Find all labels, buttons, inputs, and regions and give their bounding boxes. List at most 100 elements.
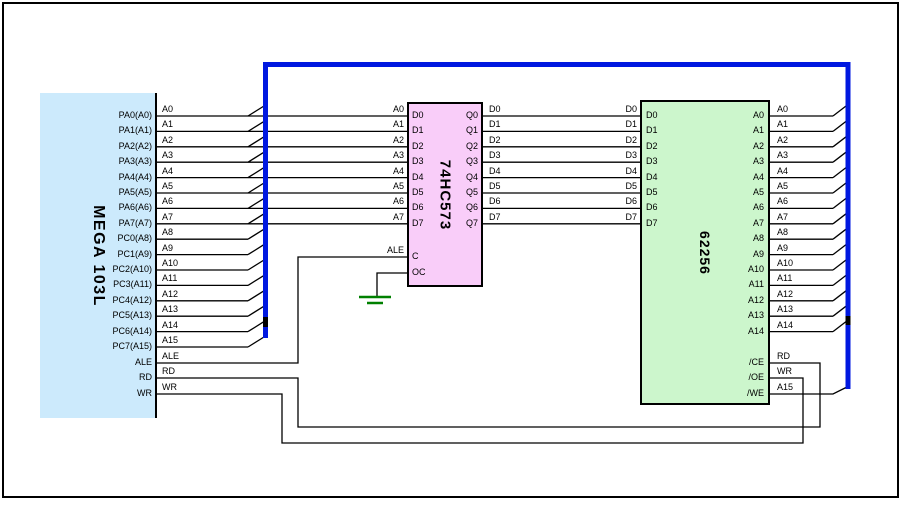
net-label-sram-a13: A13 bbox=[777, 304, 793, 314]
bus-entry-right-a8 bbox=[833, 229, 846, 239]
pin-label-mcu: PA5(A5) bbox=[42, 187, 152, 198]
net-label-sram-a0: A0 bbox=[777, 104, 788, 114]
net-label-latch-in-a1: A1 bbox=[344, 119, 404, 129]
net-label-a1: A1 bbox=[162, 119, 173, 129]
pin-label-mcu: PA2(A2) bbox=[42, 141, 152, 152]
pin-label-sram-d4: D4 bbox=[646, 172, 658, 183]
net-label-latch-in-a0: A0 bbox=[344, 104, 404, 114]
pin-label-sram-a1: A1 bbox=[704, 125, 764, 136]
net-label-d4-left: D4 bbox=[489, 166, 501, 176]
pin-label-sram-d3: D3 bbox=[646, 156, 658, 167]
pin-label-sram-ctl: /CE bbox=[704, 357, 764, 368]
pin-label-sram-d1: D1 bbox=[646, 125, 658, 136]
net-label-a2: A2 bbox=[162, 135, 173, 145]
net-label-d6-right: D6 bbox=[577, 196, 637, 206]
pin-label-mcu: PC3(A11) bbox=[42, 279, 152, 290]
bus-entry-right-a10 bbox=[833, 260, 846, 270]
pin-label-latch-q5: Q5 bbox=[418, 187, 478, 198]
net-label-a8: A8 bbox=[162, 227, 173, 237]
pin-label-sram-a9: A9 bbox=[704, 249, 764, 260]
pin-label-latch-q7: Q7 bbox=[418, 218, 478, 229]
net-label-d3-right: D3 bbox=[577, 150, 637, 160]
net-label-d0-right: D0 bbox=[577, 104, 637, 114]
net-label-ctl-left: ALE bbox=[162, 351, 179, 361]
net-label-a7: A7 bbox=[162, 212, 173, 222]
pin-label-mcu: PA0(A0) bbox=[42, 110, 152, 121]
pin-label-mcu: PC7(A15) bbox=[42, 341, 152, 352]
bus-entry-left-a5 bbox=[248, 183, 264, 193]
net-label-a15: A15 bbox=[162, 335, 178, 345]
net-label-d5-right: D5 bbox=[577, 181, 637, 191]
bus-entry-right-a2 bbox=[833, 137, 846, 147]
net-label-ctl-right: RD bbox=[777, 351, 790, 361]
net-label-d1-right: D1 bbox=[577, 119, 637, 129]
net-label-d6-left: D6 bbox=[489, 196, 501, 206]
net-label-sram-a6: A6 bbox=[777, 196, 788, 206]
bus-junction-tick-left bbox=[263, 317, 268, 327]
net-label-sram-a9: A9 bbox=[777, 243, 788, 253]
net-label-sram-a12: A12 bbox=[777, 289, 793, 299]
pin-label-mcu: PA7(A7) bbox=[42, 218, 152, 229]
bus-entry-left-a15 bbox=[248, 337, 264, 347]
pin-label-sram-a7: A7 bbox=[704, 218, 764, 229]
net-label-sram-a7: A7 bbox=[777, 212, 788, 222]
net-label-sram-a8: A8 bbox=[777, 227, 788, 237]
net-label-d7-right: D7 bbox=[577, 212, 637, 222]
bus-entry-left-a9 bbox=[248, 245, 264, 255]
pin-label-mcu: PA3(A3) bbox=[42, 156, 152, 167]
net-label-sram-a5: A5 bbox=[777, 181, 788, 191]
net-label-a6: A6 bbox=[162, 196, 173, 206]
net-label-latch-in-a2: A2 bbox=[344, 135, 404, 145]
bus-entry-left-a14 bbox=[248, 322, 264, 332]
pin-label-sram-d7: D7 bbox=[646, 218, 658, 229]
net-label-d4-right: D4 bbox=[577, 166, 637, 176]
bus-entry-left-a12 bbox=[248, 291, 264, 301]
net-label-a4: A4 bbox=[162, 166, 173, 176]
pin-label-sram-a6: A6 bbox=[704, 202, 764, 213]
net-label-a14: A14 bbox=[162, 320, 178, 330]
net-label-a11: A11 bbox=[162, 273, 177, 283]
pin-label-sram-a8: A8 bbox=[704, 233, 764, 244]
net-label-a13: A13 bbox=[162, 304, 178, 314]
pin-label-sram-a10: A10 bbox=[704, 264, 764, 275]
pin-label-sram-a14: A14 bbox=[704, 326, 764, 337]
pin-label-sram-a13: A13 bbox=[704, 310, 764, 321]
net-label-latch-in-a7: A7 bbox=[344, 212, 404, 222]
net-label-a12: A12 bbox=[162, 289, 178, 299]
bus-entry-right-a7 bbox=[833, 214, 846, 224]
bus-entry-left-a11 bbox=[248, 275, 264, 285]
bus-entry-left-a7 bbox=[248, 214, 264, 224]
net-label-latch-in-a4: A4 bbox=[344, 166, 404, 176]
net-label-a3: A3 bbox=[162, 150, 173, 160]
bus-entry-left-a4 bbox=[248, 168, 264, 178]
net-label-a10: A10 bbox=[162, 258, 178, 268]
bus-entry-right-a4 bbox=[833, 168, 846, 178]
pin-label-sram-d2: D2 bbox=[646, 141, 658, 152]
net-label-d3-left: D3 bbox=[489, 150, 501, 160]
bus-entry-right-a12 bbox=[833, 291, 846, 301]
bus-entry-right-a13 bbox=[833, 306, 846, 316]
pin-label-mcu: RD bbox=[42, 372, 152, 383]
bus-entry-left-a1 bbox=[248, 121, 264, 131]
bus-entry-left-a10 bbox=[248, 260, 264, 270]
net-label-d1-left: D1 bbox=[489, 119, 501, 129]
pin-label-sram-ctl: /OE bbox=[704, 372, 764, 383]
net-label-sram-a11: A11 bbox=[777, 273, 792, 283]
pin-label-mcu: ALE bbox=[42, 357, 152, 368]
pin-label-sram-a5: A5 bbox=[704, 187, 764, 198]
bus-entry-right-a6 bbox=[833, 198, 846, 208]
bus-entry-left-a13 bbox=[248, 306, 264, 316]
net-label-latch-in-a3: A3 bbox=[344, 150, 404, 160]
bus-entry-right-a1 bbox=[833, 121, 846, 131]
pin-label-mcu: PC2(A10) bbox=[42, 264, 152, 275]
pin-label-latch-c: C bbox=[412, 251, 419, 262]
net-label-a5: A5 bbox=[162, 181, 173, 191]
bus-entry-right-a9 bbox=[833, 245, 846, 255]
net-label-a0: A0 bbox=[162, 104, 173, 114]
bus-entry-right-a0 bbox=[833, 106, 846, 116]
pin-label-sram-ctl: /WE bbox=[704, 388, 764, 399]
pin-label-mcu: PA6(A6) bbox=[42, 202, 152, 213]
pin-label-latch-q2: Q2 bbox=[418, 141, 478, 152]
pin-label-mcu: PA4(A4) bbox=[42, 172, 152, 183]
net-label-ctl-right: A15 bbox=[777, 382, 793, 392]
